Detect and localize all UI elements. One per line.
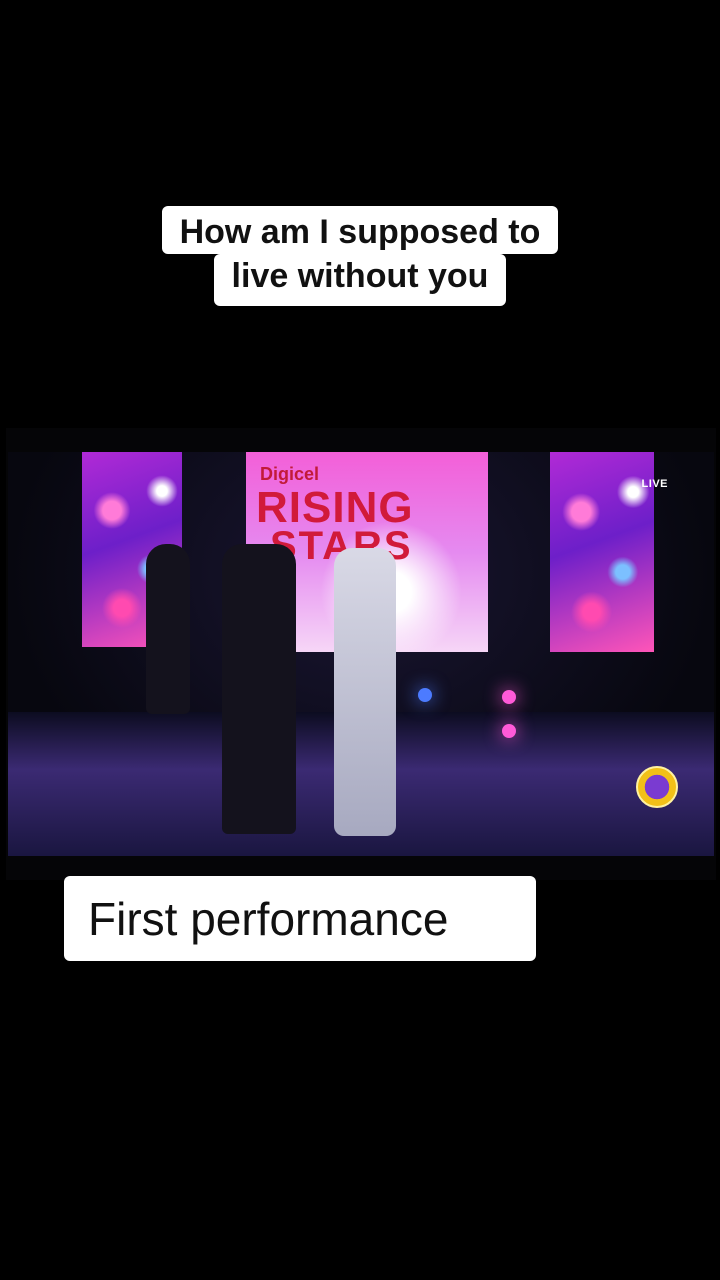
channel-logo-icon [636, 766, 678, 808]
stage-brand-text: Digicel [260, 464, 320, 484]
top-caption: How am I supposed to live without you [0, 206, 720, 306]
video-frame: Digicel RISING STARS LIVE [8, 452, 714, 856]
caption-line-1: How am I supposed to [161, 206, 559, 254]
stage-light-pink-2 [502, 724, 516, 738]
bottom-caption: First performance [64, 876, 536, 961]
stage-screen-right [550, 452, 654, 652]
stage-light-pink [502, 690, 516, 704]
stage-light-blue [418, 688, 432, 702]
bottom-caption-text: First performance [88, 892, 449, 945]
caption-line-2: live without you [213, 254, 507, 306]
background-performer [146, 544, 190, 714]
male-performer [222, 544, 296, 834]
video-player[interactable]: Digicel RISING STARS LIVE [6, 428, 716, 880]
live-badge: LIVE [641, 478, 668, 490]
stage-title-line1: RISING [256, 483, 414, 532]
female-host [334, 548, 396, 836]
